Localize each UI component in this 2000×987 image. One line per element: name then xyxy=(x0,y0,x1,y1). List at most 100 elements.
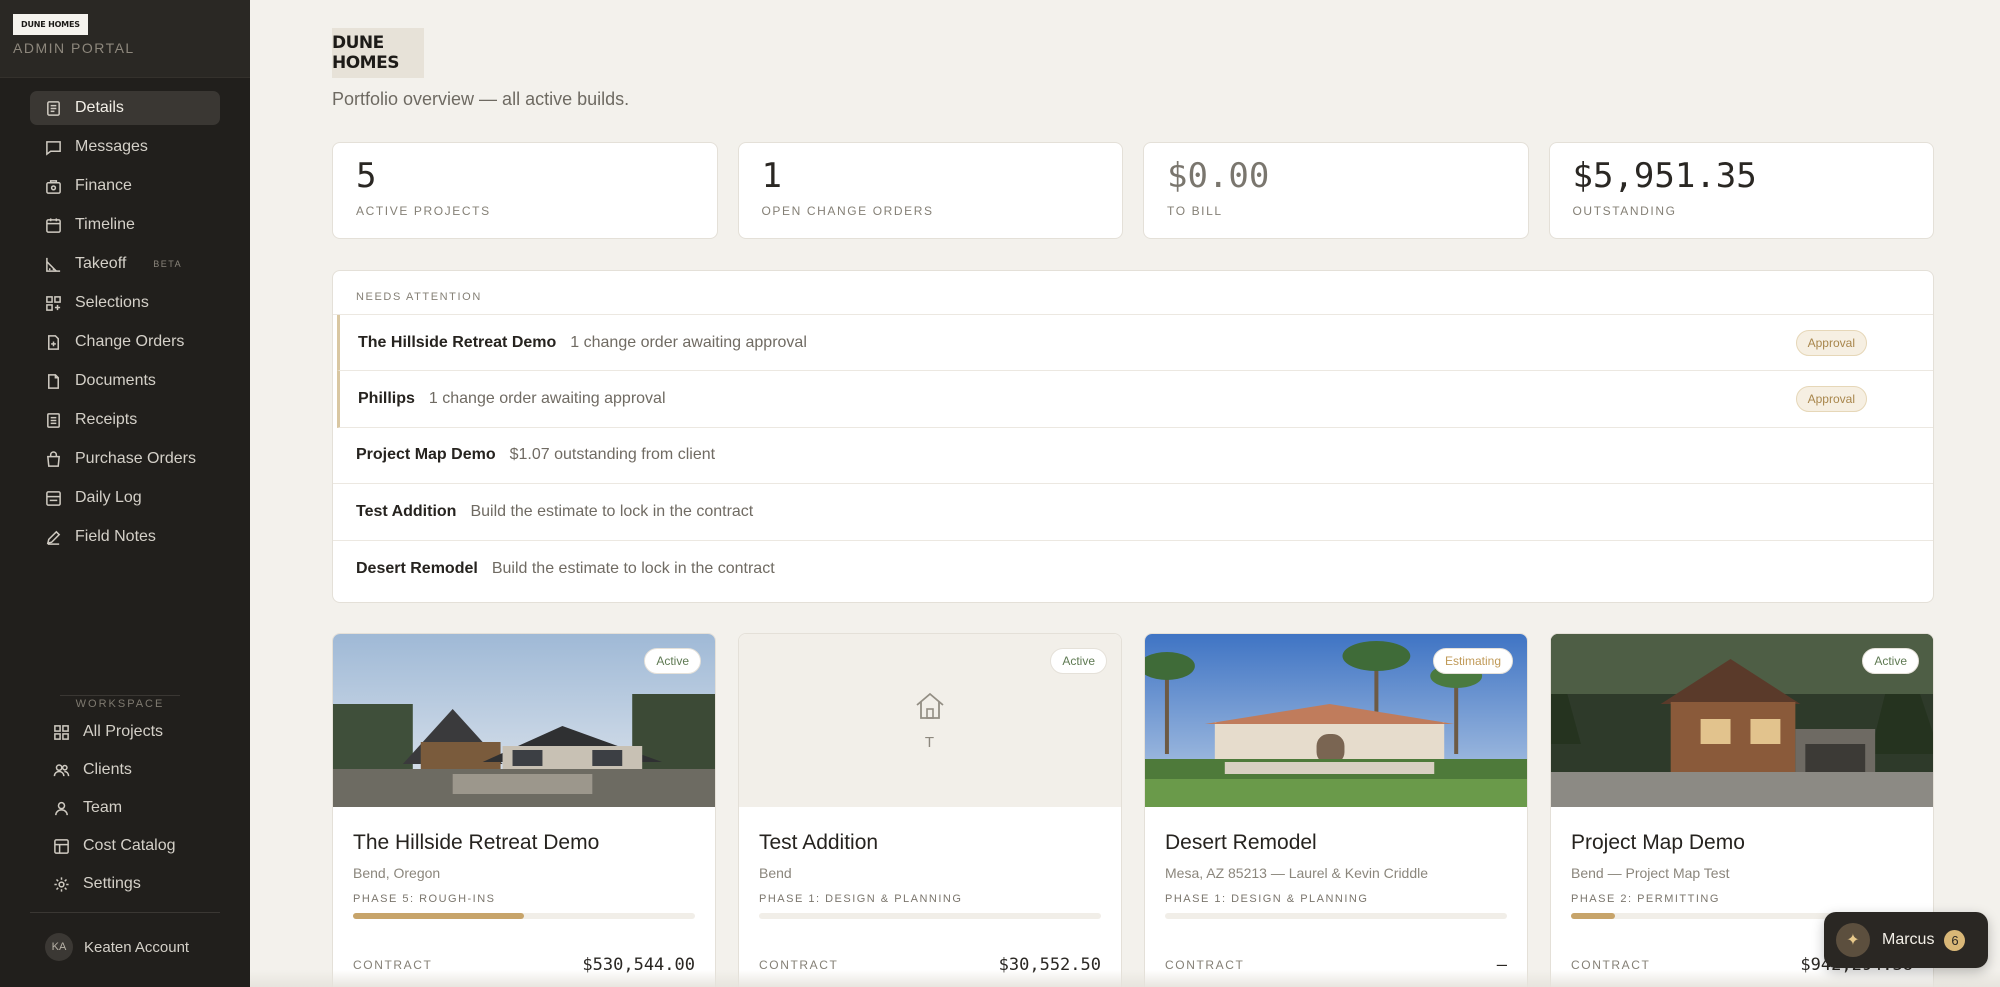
stat-value: $0.00 xyxy=(1167,156,1270,196)
file-icon xyxy=(44,372,62,390)
attention-text: Build the estimate to lock in the contra… xyxy=(491,559,775,577)
account-name: Keaten Account xyxy=(84,938,190,956)
project-photo-placeholder: T Active xyxy=(739,634,1121,807)
nav-label: Settings xyxy=(83,875,141,892)
nav-item-field-notes[interactable]: Field Notes xyxy=(30,520,220,554)
stat-value: $5,951.35 xyxy=(1572,156,1757,196)
unread-count-badge: 6 xyxy=(1944,929,1966,951)
nav-item-selections[interactable]: Selections xyxy=(30,286,220,320)
project-card[interactable]: Active The Hillside Retreat Demo Bend, O… xyxy=(332,633,716,987)
nav-item-change-orders[interactable]: Change Orders xyxy=(30,325,220,359)
attention-item[interactable]: Test Addition Build the estimate to lock… xyxy=(333,484,1933,541)
nav-label: Team xyxy=(83,799,123,816)
workspace-nav: All Projects Clients Team Cost Catalog S… xyxy=(40,717,230,907)
chat-name: Marcus xyxy=(1882,931,1935,948)
beta-badge: BETA xyxy=(153,259,183,269)
nav-item-timeline[interactable]: Timeline xyxy=(30,208,220,242)
nav-item-daily-log[interactable]: Daily Log xyxy=(30,481,220,515)
nav-label: Receipts xyxy=(75,411,138,428)
nav-item-takeoff[interactable]: Takeoff BETA xyxy=(30,247,220,281)
stat-label: ACTIVE PROJECTS xyxy=(356,203,491,218)
finance-icon xyxy=(44,177,62,195)
project-phase: PHASE 1: DESIGN & PLANNING xyxy=(1165,893,1369,905)
sidebar: DUNE HOMES ADMIN PORTAL Details Messages… xyxy=(0,0,250,987)
attention-item[interactable]: Project Map Demo $1.07 outstanding from … xyxy=(333,428,1933,485)
project-location: Bend — Project Map Test xyxy=(1571,865,1730,881)
brand-header: DUNE HOMES ADMIN PORTAL xyxy=(0,0,250,78)
nav-item-purchase-orders[interactable]: Purchase Orders xyxy=(30,442,220,476)
nav-label: Selections xyxy=(75,294,149,311)
attention-text: $1.07 outstanding from client xyxy=(509,446,716,464)
nav-item-cost-catalog[interactable]: Cost Catalog xyxy=(40,831,230,861)
document-icon xyxy=(44,99,62,117)
nav-label: Finance xyxy=(75,177,132,194)
attention-text: 1 change order awaiting approval xyxy=(428,390,666,408)
ruler-icon xyxy=(44,255,62,273)
nav-label: Cost Catalog xyxy=(83,837,176,854)
project-name: Project Map Demo xyxy=(1571,831,1745,854)
nav-item-settings[interactable]: Settings xyxy=(40,869,230,899)
attention-project: Desert Remodel xyxy=(356,559,478,577)
attention-text: Build the estimate to lock in the contra… xyxy=(470,502,754,520)
workspace-label: WORKSPACE xyxy=(60,695,180,710)
project-cards: Active The Hillside Retreat Demo Bend, O… xyxy=(332,633,1934,987)
status-badge: Active xyxy=(644,648,701,674)
stat-card-outstanding: $5,951.35 OUTSTANDING xyxy=(1548,142,1934,239)
nav-label: Daily Log xyxy=(75,489,142,506)
approval-badge: Approval xyxy=(1795,386,1867,413)
nav-label: Clients xyxy=(83,761,132,778)
stat-card-active-projects: 5 ACTIVE PROJECTS xyxy=(332,142,718,239)
nav-item-team[interactable]: Team xyxy=(40,793,230,823)
progress-fill xyxy=(1571,913,1616,919)
attention-item[interactable]: Desert Remodel Build the estimate to loc… xyxy=(333,541,1933,597)
attention-project: The Hillside Retreat Demo xyxy=(358,333,557,351)
nav-item-finance[interactable]: Finance xyxy=(30,169,220,203)
chat-launcher[interactable]: ✦ Marcus 6 xyxy=(1824,912,1988,968)
pencil-icon xyxy=(44,528,62,546)
grid-icon xyxy=(52,723,70,741)
project-location: Mesa, AZ 85213 — Laurel & Kevin Criddle xyxy=(1165,865,1429,881)
main-content: DUNE HOMES Portfolio overview — all acti… xyxy=(250,0,2000,987)
avatar: KA xyxy=(45,933,73,961)
attention-item[interactable]: The Hillside Retreat Demo 1 change order… xyxy=(337,315,1933,372)
project-card[interactable]: Estimating Desert Remodel Mesa, AZ 85213… xyxy=(1144,633,1528,987)
catalog-icon xyxy=(52,837,70,855)
attention-project: Test Addition xyxy=(356,502,457,520)
stat-card-to-bill: $0.00 TO BILL xyxy=(1143,142,1529,239)
project-name: Desert Remodel xyxy=(1165,831,1317,854)
stat-label: TO BILL xyxy=(1167,203,1223,218)
house-icon xyxy=(914,691,946,726)
attention-project: Phillips xyxy=(358,390,415,408)
approval-badge: Approval xyxy=(1795,330,1867,356)
grid-plus-icon xyxy=(44,294,62,312)
gear-icon xyxy=(52,875,70,893)
progress-bar xyxy=(759,913,1101,919)
status-badge: Active xyxy=(1050,648,1107,674)
bag-icon xyxy=(44,450,62,468)
nav-item-documents[interactable]: Documents xyxy=(30,364,220,398)
project-phase: PHASE 2: PERMITTING xyxy=(1571,893,1720,905)
nav-item-details[interactable]: Details xyxy=(30,91,220,125)
nav-label: Details xyxy=(75,99,124,116)
nav-label: Messages xyxy=(75,138,148,155)
status-badge: Active xyxy=(1862,648,1919,674)
nav-item-clients[interactable]: Clients xyxy=(40,755,230,785)
stat-card-open-change-orders: 1 OPEN CHANGE ORDERS xyxy=(737,142,1123,239)
nav-item-receipts[interactable]: Receipts xyxy=(30,403,220,437)
project-location: Bend, Oregon xyxy=(353,865,441,881)
nav-item-messages[interactable]: Messages xyxy=(30,130,220,164)
project-photo: Active xyxy=(1551,634,1933,807)
nav-label: Takeoff xyxy=(75,255,127,272)
company-logo: DUNE HOMES xyxy=(332,28,424,78)
needs-attention-panel: NEEDS ATTENTION The Hillside Retreat Dem… xyxy=(332,270,1934,603)
account-menu[interactable]: KA Keaten Account xyxy=(30,912,220,961)
page-subtitle: Portfolio overview — all active builds. xyxy=(332,89,630,109)
nav-item-all-projects[interactable]: All Projects xyxy=(40,717,230,747)
brand-logo[interactable]: DUNE HOMES xyxy=(13,14,88,35)
scroll-fade xyxy=(250,970,2000,987)
attention-item[interactable]: Phillips 1 change order awaiting approva… xyxy=(337,371,1933,428)
project-card[interactable]: T Active Test Addition Bend PHASE 1: DES… xyxy=(738,633,1122,987)
needs-attention-title: NEEDS ATTENTION xyxy=(333,271,1933,315)
stat-label: OPEN CHANGE ORDERS xyxy=(761,203,934,218)
receipt-icon xyxy=(44,411,62,429)
